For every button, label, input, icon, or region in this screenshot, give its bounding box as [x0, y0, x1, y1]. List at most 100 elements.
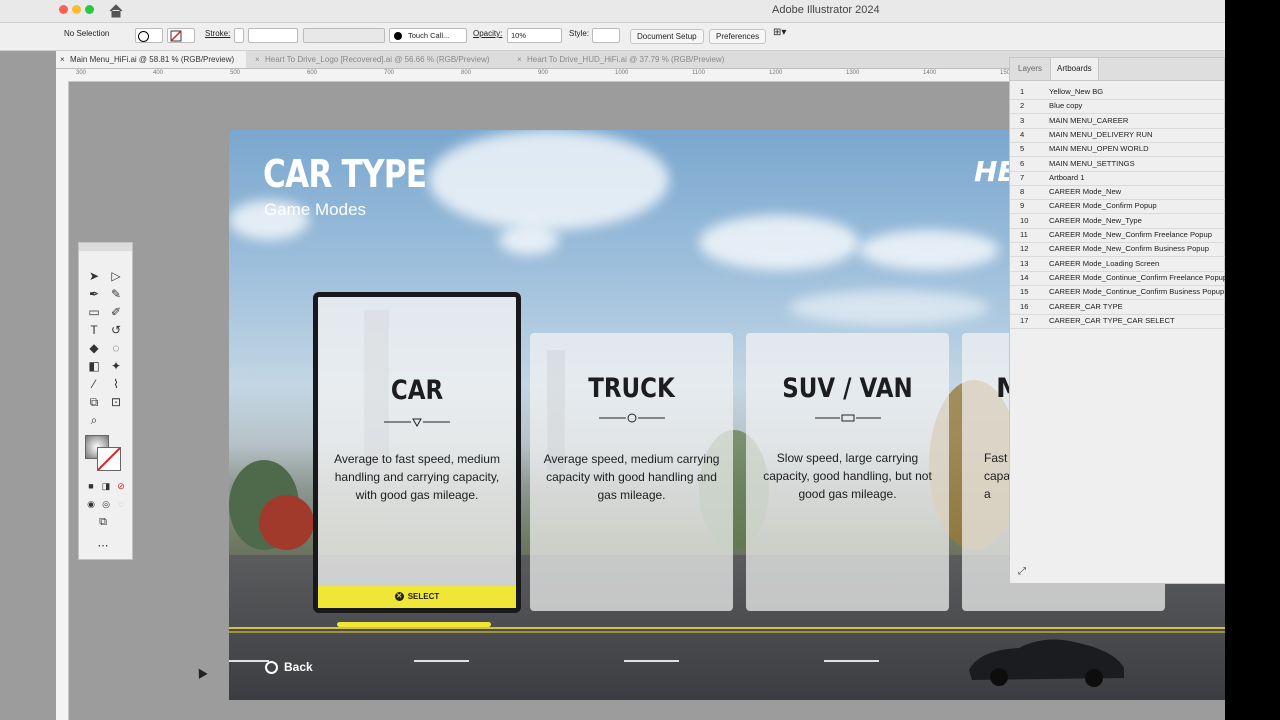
artboard-row[interactable]: 2 Blue copy [1010, 99, 1225, 115]
vertical-ruler [56, 81, 69, 720]
car-type-card-suv-van[interactable]: SUV / VAN Slow speed, large carrying cap… [746, 333, 949, 611]
artboard-number: 1 [1020, 87, 1025, 96]
color-mode-icon[interactable]: ■ [84, 479, 98, 493]
minimize-window-button[interactable] [72, 5, 81, 14]
back-button[interactable]: Back [265, 660, 313, 675]
artboard-row[interactable]: 7 Artboard 1 [1010, 171, 1225, 186]
stroke-color-swatch[interactable] [97, 447, 121, 471]
style-dropdown[interactable] [592, 28, 620, 43]
control-bar: No Selection Stroke: Touch Call... Opaci… [0, 23, 1225, 51]
tab-main-menu[interactable]: × Main Menu_HiFi.ai @ 58.81 % (RGB/Previe… [56, 51, 246, 68]
artboard-name: Artboard 1 [1049, 172, 1085, 182]
tab-hud[interactable]: × Heart To Drive_HUD_HiFi.ai @ 37.79 % (R… [513, 51, 743, 68]
screen-border [1225, 0, 1280, 720]
brush-name: Touch Call... [408, 31, 450, 40]
curvature-tool-icon[interactable]: ✎ [109, 287, 123, 301]
type-tool-icon[interactable]: T [87, 323, 101, 337]
artboard-number: 7 [1020, 172, 1025, 182]
stroke-label: Stroke: [205, 29, 231, 38]
select-button[interactable]: ✕ SELECT [318, 586, 516, 608]
artboard-name: MAIN MENU_OPEN WORLD [1049, 144, 1149, 154]
rearrange-artboards-icon[interactable]: ⤢ [1018, 566, 1026, 577]
pen-tool-icon[interactable]: ✒ [87, 287, 101, 301]
tab-layers[interactable]: Layers [1012, 58, 1048, 80]
tools-panel-header[interactable] [79, 243, 132, 251]
card-description: Average speed, medium carrying capacity … [543, 452, 720, 502]
artboard-row[interactable]: 5 MAIN MENU_OPEN WORLD [1010, 142, 1225, 158]
draw-behind-icon[interactable]: ◎ [99, 497, 113, 511]
ruler-tick-label: 700 [384, 70, 395, 76]
direct-selection-tool-icon[interactable]: ▷ [109, 269, 123, 283]
artboard-row[interactable]: 8 CAREER Mode_New [1010, 185, 1225, 201]
ruler-tick-label: 1100 [692, 70, 705, 76]
artboard-row[interactable]: 6 MAIN MENU_SETTINGS [1010, 157, 1225, 172]
ruler-tick-label: 300 [76, 70, 87, 76]
tree [259, 495, 314, 550]
close-tab-icon[interactable]: × [255, 51, 260, 68]
card-title: SUV / VAN [782, 373, 913, 404]
artboard-row[interactable]: 9 CAREER Mode_Confirm Popup [1010, 199, 1225, 215]
car-ornament-icon [384, 418, 450, 427]
more-tools-icon[interactable]: ⋯ [96, 539, 110, 553]
close-tab-icon[interactable]: × [60, 51, 65, 68]
rotate-tool-icon[interactable]: ↺ [109, 323, 123, 337]
artboard-name: CAREER Mode_Continue_Confirm Business Po… [1049, 287, 1225, 297]
shape-builder-tool-icon[interactable]: ✦ [109, 359, 123, 373]
artboard-row[interactable]: 1 Yellow_New BG [1010, 85, 1225, 100]
eyedropper-tool-icon[interactable]: ⁄ [87, 377, 101, 391]
rectangle-tool-icon[interactable]: ▭ [87, 305, 101, 319]
tab-artboards[interactable]: Artboards [1050, 58, 1099, 80]
artboard-number: 3 [1020, 115, 1025, 125]
document-setup-button[interactable]: Document Setup [630, 29, 704, 44]
car-type-card-truck[interactable]: TRUCK Average speed, medium carrying cap… [530, 333, 733, 611]
tab-logo[interactable]: × Heart To Drive_Logo [Recovered].ai @ 56… [251, 51, 506, 68]
lasso-tool-icon[interactable]: ◌ [109, 341, 123, 355]
artboard-row[interactable]: 3 MAIN MENU_CAREER [1010, 114, 1225, 129]
artboard-name: CAREER Mode_New_Type [1049, 215, 1142, 225]
draw-inside-icon[interactable]: ◌ [114, 497, 128, 511]
card-title: CAR [390, 375, 444, 406]
blend-tool-icon[interactable]: ⌇ [109, 377, 123, 391]
draw-normal-icon[interactable]: ◉ [84, 497, 98, 511]
stroke-stepper[interactable] [234, 28, 244, 43]
screen-mode-icon[interactable]: ⧉ [96, 515, 110, 529]
artboard-row[interactable]: 4 MAIN MENU_DELIVERY RUN [1010, 128, 1225, 143]
gradient-tool-icon[interactable]: ◧ [87, 359, 101, 373]
artboard-number: 4 [1020, 129, 1025, 139]
artboard-number: 17 [1020, 315, 1029, 325]
artboard-row[interactable]: 13 CAREER Mode_Loading Screen [1010, 257, 1225, 272]
artboard-row[interactable]: 10 CAREER Mode_New_Type [1010, 214, 1225, 229]
symbol-sprayer-tool-icon[interactable]: ⧉ [87, 395, 101, 409]
artboard-number: 10 [1020, 215, 1029, 225]
artboard-row[interactable]: 15 CAREER Mode_Continue_Confirm Business … [1010, 285, 1225, 301]
fill-swatch[interactable] [135, 28, 163, 43]
paintbrush-tool-icon[interactable]: ✐ [109, 305, 123, 319]
home-icon[interactable] [108, 3, 124, 19]
stroke-weight-field[interactable] [248, 28, 298, 43]
artboard-row[interactable]: 12 CAREER Mode_New_Confirm Business Popup [1010, 242, 1225, 258]
card-title: TRUCK [588, 373, 675, 404]
variable-width-dropdown[interactable] [303, 28, 385, 43]
artboard-row[interactable]: 17 CAREER_CAR TYPE_CAR SELECT [1010, 314, 1225, 329]
artboard-row[interactable]: 16 CAREER_CAR TYPE [1010, 300, 1225, 315]
suv-ornament-icon [814, 414, 881, 422]
brush-dropdown[interactable]: Touch Call... [389, 28, 467, 43]
zoom-window-button[interactable] [85, 5, 94, 14]
ruler-tick-label: 500 [230, 70, 241, 76]
artboard-tool-icon[interactable]: ⊡ [109, 395, 123, 409]
opacity-field[interactable]: 10% [507, 28, 562, 43]
car-type-card-car[interactable]: CAR Average to fast speed, medium handli… [313, 292, 521, 613]
artboard-row[interactable]: 11 CAREER Mode_New_Confirm Freelance Popu… [1010, 228, 1225, 243]
eraser-tool-icon[interactable]: ◆ [87, 341, 101, 355]
close-tab-icon[interactable]: × [517, 51, 522, 68]
ruler-tick-label: 1000 [615, 70, 629, 76]
none-mode-icon[interactable]: ⊘ [114, 479, 128, 493]
close-window-button[interactable] [59, 5, 68, 14]
artboard-row[interactable]: 14 CAREER Mode_Continue_Confirm Freelance… [1010, 271, 1225, 286]
arrange-documents-icon[interactable]: ⊞▾ [773, 27, 786, 38]
gradient-mode-icon[interactable]: ◨ [99, 479, 113, 493]
selection-tool-icon[interactable]: ➤ [87, 269, 101, 283]
stroke-swatch[interactable] [167, 28, 195, 43]
preferences-button[interactable]: Preferences [709, 29, 767, 44]
zoom-tool-icon[interactable]: ⌕ [87, 413, 101, 427]
